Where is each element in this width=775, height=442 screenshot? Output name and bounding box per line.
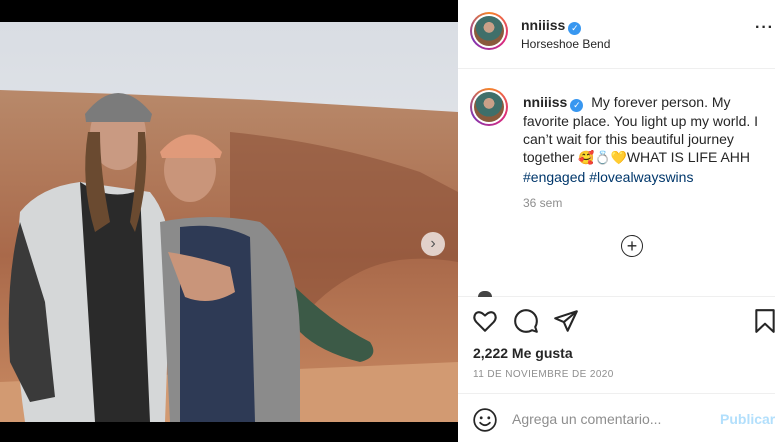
chevron-right-icon: › [430,235,436,252]
post-age: 36 sem [523,196,563,210]
bookmark-icon[interactable] [752,308,775,334]
caption-tail: WHAT IS LIFE AHH [626,148,750,165]
verified-badge-icon: ✓ [568,22,582,35]
post-header: nniiiss ✓ Horseshoe Bend ··· [458,0,775,69]
caption-emojis: 🥰💍💛 [578,150,627,166]
caption-section: nniiiss ✓ My forever person. My favorite … [458,69,775,297]
avatar[interactable] [470,12,508,50]
comment-bar: Publicar [458,393,775,442]
more-options-icon[interactable]: ··· [755,19,774,37]
like-count[interactable]: 2,222 Me gusta [473,345,573,361]
header-username[interactable]: nniiiss ✓ [521,17,582,35]
load-more-comments-button[interactable]: + [621,235,643,257]
post-side-panel: nniiiss ✓ Horseshoe Bend ··· nniiiss ✓ My … [458,0,775,442]
bottom-letterbox [0,422,458,442]
post-photo: › [0,22,458,422]
plus-circle-icon: + [626,236,638,256]
caption-text: nniiiss ✓ My forever person. My favorite … [523,93,771,186]
next-comment-avatar [478,291,492,297]
publish-button[interactable]: Publicar [720,411,775,427]
heart-icon[interactable] [472,308,498,334]
post-date: 11 DE NOVIEMBRE DE 2020 [473,369,614,380]
caption-username[interactable]: nniiiss ✓ [523,94,584,112]
verified-badge-icon: ✓ [570,98,584,112]
comment-icon[interactable] [513,308,539,334]
location-link[interactable]: Horseshoe Bend [521,37,610,51]
post-actions [458,298,775,346]
paper-plane-icon[interactable] [553,308,579,334]
hashtag-link[interactable]: #lovealwayswins [589,169,693,185]
smile-icon[interactable] [472,407,498,433]
hashtag-link[interactable]: #engaged [523,169,585,185]
caption-avatar[interactable] [470,88,508,126]
comment-input[interactable] [512,406,702,432]
next-slide-button[interactable]: › [421,232,445,256]
photo-illustration [0,22,458,422]
